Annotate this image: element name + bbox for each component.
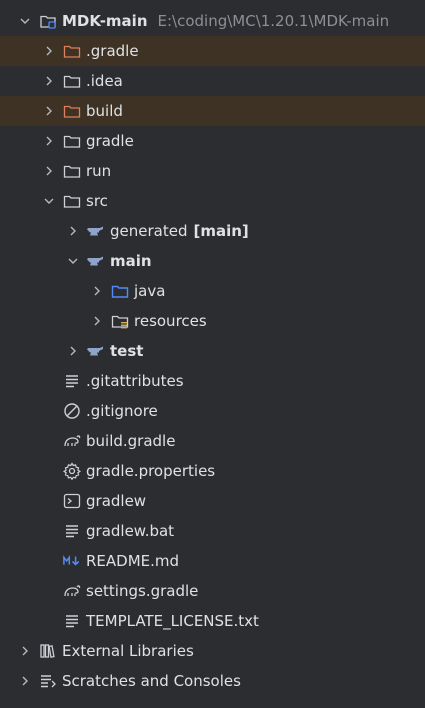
folder-icon [62,161,82,181]
tree-row-gradlew[interactable]: gradlew [0,486,425,516]
chevron-right-icon[interactable] [40,156,58,186]
chevron-right-icon[interactable] [88,276,106,306]
tree-item-label: gradle [86,132,134,150]
chevron-right-icon[interactable] [64,336,82,366]
excluded-folder-icon [62,101,82,121]
tree-row-readme[interactable]: README.md [0,546,425,576]
tree-row-dot-gradle[interactable]: .gradle [0,36,425,66]
chevron-right-icon[interactable] [40,36,58,66]
tree-row-gradle-properties[interactable]: gradle.properties [0,456,425,486]
terminal-script-icon [62,491,82,511]
project-module-icon [38,11,58,31]
text-file-icon [62,371,82,391]
chevron-right-icon[interactable] [16,666,34,696]
tree-item-label: main [110,252,152,270]
chevron-right-icon[interactable] [16,636,34,666]
tree-item-label: run [86,162,112,180]
tree-row-test[interactable]: test [0,336,425,366]
text-file-icon [62,521,82,541]
gradle-elephant-icon [62,431,82,451]
tree-row-run[interactable]: run [0,156,425,186]
chevron-right-icon[interactable] [40,66,58,96]
tree-item-label: README.md [86,552,180,570]
folder-icon [62,131,82,151]
project-path: E:\coding\MC\1.20.1\MDK-main [157,12,390,30]
tree-item-label: build.gradle [86,432,176,450]
chevron-right-icon[interactable] [64,216,82,246]
tree-row-gradlew-bat[interactable]: gradlew.bat [0,516,425,546]
project-name: MDK-main [62,12,148,30]
tree-item-label: java [134,282,166,300]
tree-row-idea[interactable]: .idea [0,66,425,96]
source-folder-icon [110,281,130,301]
tree-item-label: TEMPLATE_LICENSE.txt [86,612,259,630]
ignore-file-icon [62,401,82,421]
anvil-icon [86,221,106,241]
tree-row-src[interactable]: src [0,186,425,216]
tree-row-gitignore[interactable]: .gitignore [0,396,425,426]
anvil-icon [86,251,106,271]
tree-row-project-root[interactable]: MDK-main E:\coding\MC\1.20.1\MDK-main [0,6,425,36]
tree-item-label: resources [134,312,207,330]
tree-item-label: gradlew [86,492,147,510]
chevron-right-icon[interactable] [88,306,106,336]
chevron-down-icon[interactable] [64,246,82,276]
chevron-down-icon[interactable] [40,186,58,216]
tree-item-label: .gitignore [86,402,158,420]
tree-row-gitattributes[interactable]: .gitattributes [0,366,425,396]
scratches-icon [38,671,58,691]
tree-item-label: .gitattributes [86,372,184,390]
tree-row-build-gradle[interactable]: build.gradle [0,426,425,456]
tree-item-label: build [86,102,123,120]
library-icon [38,641,58,661]
folder-icon [62,71,82,91]
tree-item-label: settings.gradle [86,582,199,600]
settings-gear-icon [62,461,82,481]
tree-row-build[interactable]: build [0,96,425,126]
chevron-down-icon[interactable] [16,6,34,36]
tree-row-template-license[interactable]: TEMPLATE_LICENSE.txt [0,606,425,636]
chevron-right-icon[interactable] [40,96,58,126]
tree-item-label: gradlew.bat [86,522,175,540]
tree-item-label: gradle.properties [86,462,216,480]
tree-item-label: .idea [86,72,123,90]
anvil-icon [86,341,106,361]
tree-item-label: .gradle [86,42,139,60]
tree-item-label: test [110,342,144,360]
tree-item-label: External Libraries [62,642,194,660]
resources-folder-icon [110,311,130,331]
tree-row-external-libraries[interactable]: External Libraries [0,636,425,666]
chevron-right-icon[interactable] [40,126,58,156]
project-tree: MDK-main E:\coding\MC\1.20.1\MDK-main .g… [0,0,425,708]
tree-row-resources[interactable]: resources [0,306,425,336]
tree-row-main[interactable]: main [0,246,425,276]
gradle-elephant-icon [62,581,82,601]
excluded-folder-icon [62,41,82,61]
tree-row-scratches[interactable]: Scratches and Consoles [0,666,425,696]
tree-row-settings-gradle[interactable]: settings.gradle [0,576,425,606]
tree-row-generated[interactable]: generated [main] [0,216,425,246]
tree-row-gradle[interactable]: gradle [0,126,425,156]
tree-item-label: Scratches and Consoles [62,672,241,690]
markdown-icon [62,551,82,571]
text-file-icon [62,611,82,631]
tree-item-label: generated [110,222,188,240]
tree-item-label: src [86,192,108,210]
folder-icon [62,191,82,211]
tree-row-java[interactable]: java [0,276,425,306]
source-set-suffix: [main] [193,222,249,240]
